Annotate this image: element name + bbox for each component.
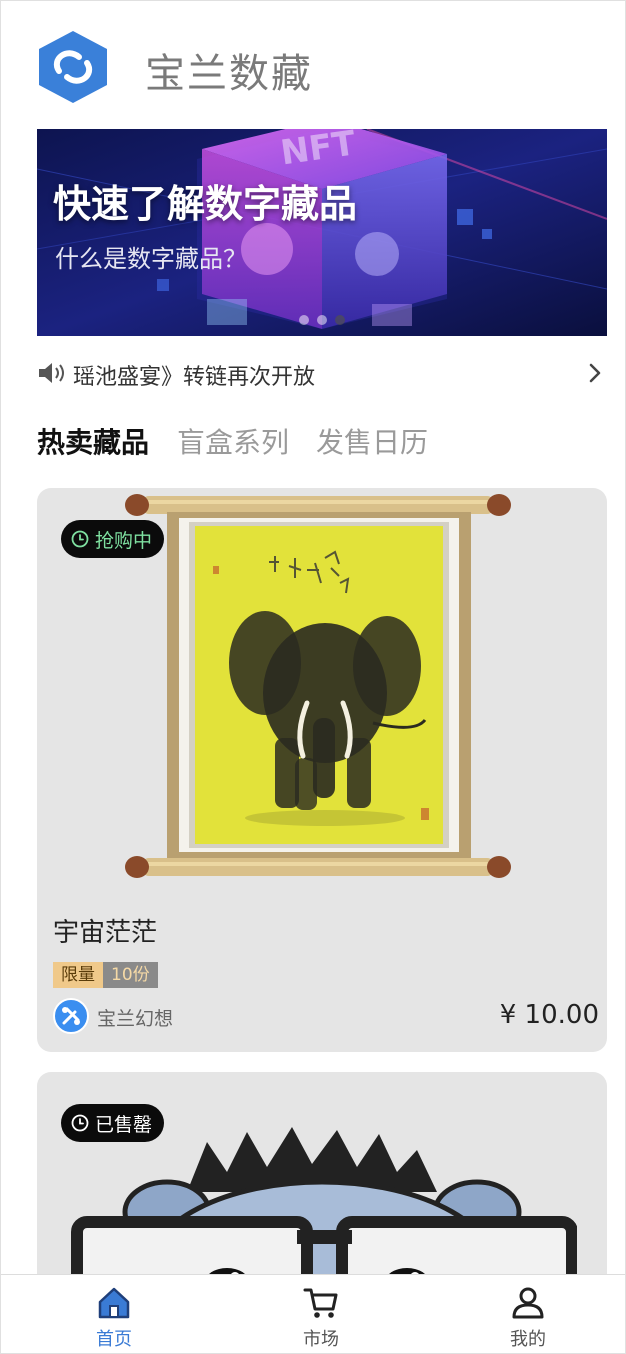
user-icon: [512, 1287, 544, 1319]
notice-text: 瑶池盛宴》转链再次开放: [73, 365, 316, 390]
app-title: 宝兰数藏: [145, 51, 313, 97]
app-screen: 宝兰数藏 NFT 快速了解数字藏品 什么是数字藏品？ 瑶池盛宴》转链再次开放 热…: [0, 0, 626, 1354]
status-badge: 抢购中: [61, 520, 165, 558]
nav-label: 我的: [510, 1329, 546, 1350]
edition-tag: 限量 10份: [53, 962, 158, 988]
edition-label: 限量: [53, 962, 103, 988]
nav-item-home[interactable]: 首页: [54, 1275, 174, 1353]
clock-icon: [71, 1114, 89, 1132]
edition-count: 10份: [103, 962, 158, 988]
banner-artwork: NFT: [37, 129, 607, 336]
creator-name: 宝兰幻想: [97, 1008, 174, 1030]
carousel-dot-active[interactable]: [335, 315, 345, 325]
carousel-dot[interactable]: [299, 315, 309, 325]
home-icon: [98, 1287, 130, 1319]
clock-icon: [71, 530, 89, 548]
promo-banner[interactable]: NFT 快速了解数字藏品 什么是数字藏品？: [37, 129, 607, 336]
status-badge: 已售罄: [61, 1104, 165, 1142]
cart-icon: [303, 1288, 338, 1318]
notice-bar[interactable]: 瑶池盛宴》转链再次开放: [37, 355, 607, 391]
nav-label: 市场: [303, 1329, 339, 1350]
app-logo-icon: [37, 29, 109, 105]
status-label: 已售罄: [95, 1113, 153, 1136]
collectible-name: 宇宙茫茫: [53, 918, 158, 948]
artwork-image: [125, 494, 511, 878]
speaker-icon: [37, 361, 69, 385]
tab-hot-collectibles[interactable]: 热卖藏品: [37, 421, 149, 461]
nav-item-market[interactable]: 市场: [261, 1275, 381, 1353]
nav-label: 首页: [96, 1329, 132, 1350]
collectible-card[interactable]: 抢购中 宇宙茫茫 限量 10份 宝兰幻想 ¥ 10.00: [37, 488, 607, 1052]
app-header: 宝兰数藏: [37, 29, 597, 105]
chevron-right-icon[interactable]: [587, 361, 603, 385]
carousel-indicator[interactable]: [299, 315, 359, 327]
tools-icon: [62, 1007, 80, 1025]
carousel-dot[interactable]: [317, 315, 327, 325]
banner-title: 快速了解数字藏品: [53, 182, 358, 226]
creator-avatar: [53, 998, 89, 1034]
status-label: 抢购中: [95, 529, 153, 552]
banner-subtitle: 什么是数字藏品？: [55, 245, 247, 273]
tab-release-calendar[interactable]: 发售日历: [316, 421, 428, 461]
price: ¥ 10.00: [499, 1000, 599, 1030]
nav-item-profile[interactable]: 我的: [468, 1275, 588, 1353]
category-tabs: 热卖藏品 盲盒系列 发售日历: [37, 421, 607, 465]
tab-blind-box[interactable]: 盲盒系列: [177, 421, 289, 461]
bottom-nav: 首页 市场 我的: [1, 1274, 625, 1353]
